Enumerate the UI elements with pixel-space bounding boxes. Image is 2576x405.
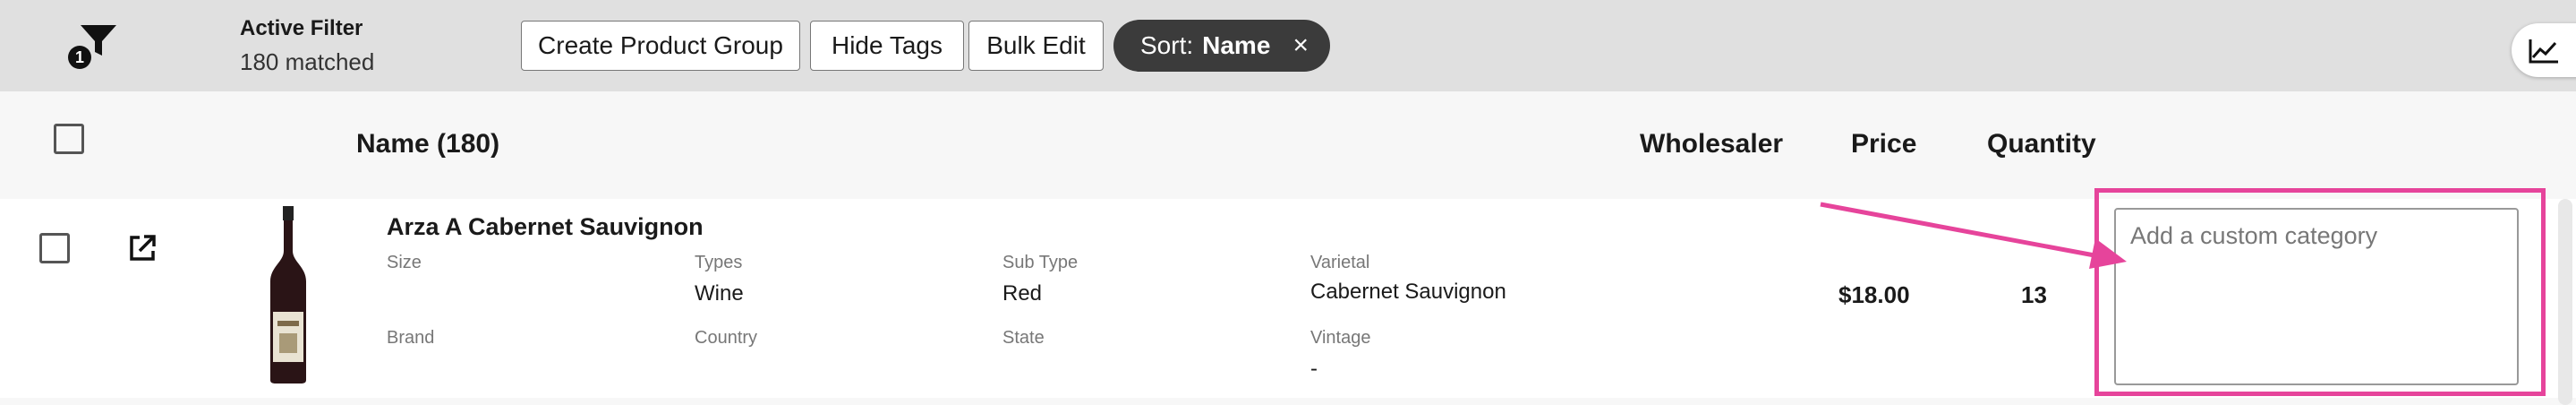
annotation-arrow-icon bbox=[1820, 202, 2127, 269]
